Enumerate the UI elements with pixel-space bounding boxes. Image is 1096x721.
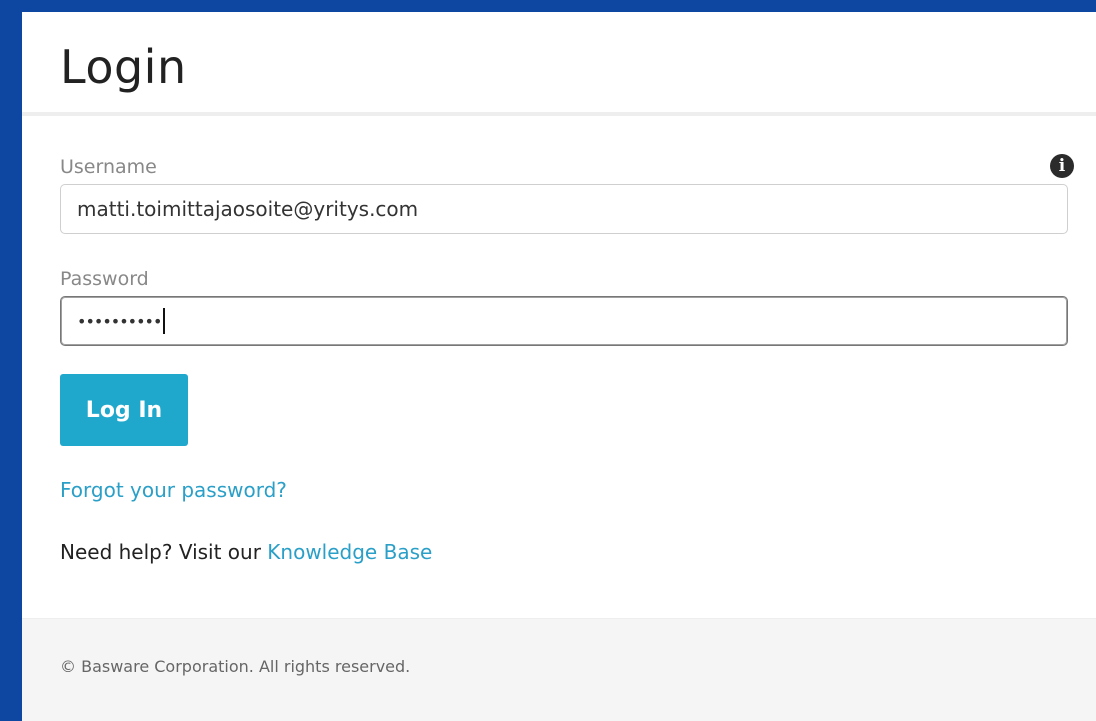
username-value: matti.toimittajaosoite@yritys.com [77, 197, 419, 221]
forgot-password-link[interactable]: Forgot your password? [60, 478, 287, 502]
card-header: Login [22, 12, 1096, 116]
text-caret [163, 308, 166, 334]
copyright-text: © Basware Corporation. All rights reserv… [60, 657, 411, 676]
knowledge-base-link[interactable]: Knowledge Base [267, 540, 432, 564]
username-input[interactable]: matti.toimittajaosoite@yritys.com [60, 184, 1068, 234]
login-button[interactable]: Log In [60, 374, 188, 446]
password-input[interactable]: •••••••••• [60, 296, 1068, 346]
card-footer: © Basware Corporation. All rights reserv… [22, 618, 1096, 721]
password-mask: •••••••••• [77, 311, 162, 331]
login-card: Login Username i matti.toimittajaosoite@… [22, 12, 1096, 721]
page-title: Login [60, 40, 187, 94]
login-form: Username i matti.toimittajaosoite@yritys… [22, 116, 1096, 613]
page-background: Login Username i matti.toimittajaosoite@… [0, 0, 1096, 721]
username-label: Username [60, 156, 157, 178]
help-prefix: Need help? Visit our [60, 540, 268, 564]
help-text: Need help? Visit our Knowledge Base [60, 540, 432, 564]
info-icon[interactable]: i [1050, 154, 1074, 178]
password-label: Password [60, 268, 149, 290]
